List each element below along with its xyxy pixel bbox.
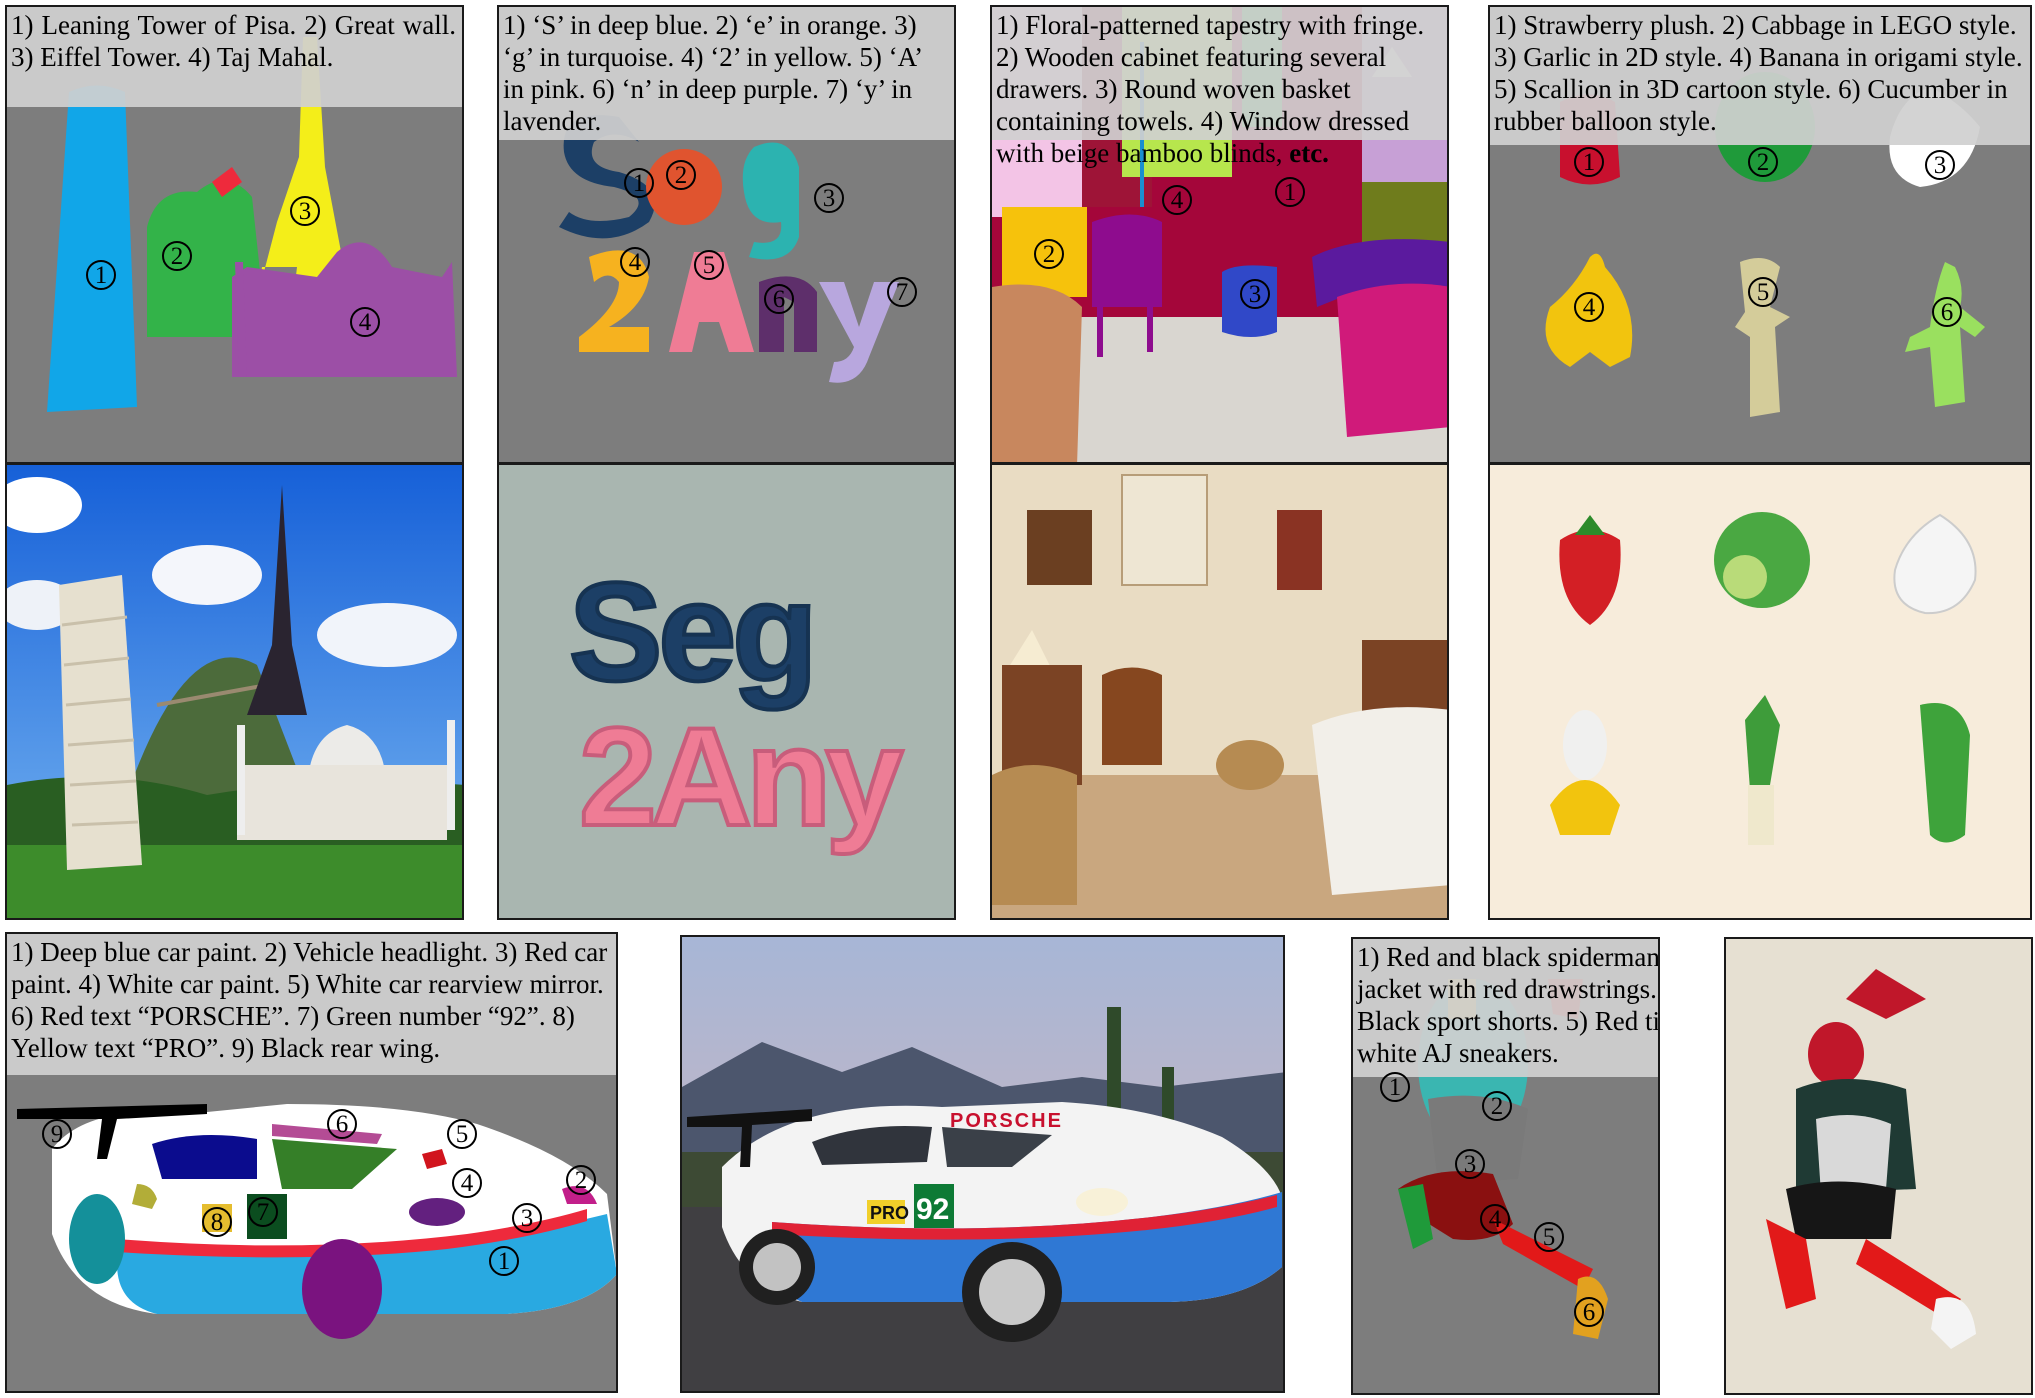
- spiderman-photo-panel: [1724, 937, 2033, 1395]
- vegetables-photo: [1490, 465, 2030, 918]
- vegetables-photo-panel: [1488, 463, 2032, 920]
- vegetables-mask-panel: 1) Strawberry plush. 2) Cabbage in LEGO …: [1488, 5, 2032, 464]
- porsche-photo: PORSCHE 92 PRO: [682, 937, 1283, 1391]
- seg2any-photo: Seg 2Any: [499, 465, 954, 918]
- vegetables-caption: 1) Strawberry plush. 2) Cabbage in LEGO …: [1490, 7, 2030, 145]
- photo-text-pro: PRO: [870, 1203, 909, 1223]
- photo-word-seg: Seg: [569, 553, 814, 710]
- seg2any-mask-panel: 1) ‘S’ in deep blue. 2) ‘e’ in orange. 3…: [497, 5, 956, 464]
- landmarks-photo: [7, 465, 462, 918]
- landmarks-mask-panel: 1) Leaning Tower of Pisa. 2) Great wall.…: [5, 5, 464, 464]
- spiderman-caption: 1) Red and black spiderman mask. 2) Deep…: [1353, 939, 1658, 1077]
- landmarks-photo-panel: [5, 463, 464, 920]
- bedroom-photo: [992, 465, 1447, 918]
- porsche-mask-panel: 1) Deep blue car paint. 2) Vehicle headl…: [5, 932, 618, 1393]
- seg2any-caption: 1) ‘S’ in deep blue. 2) ‘e’ in orange. 3…: [499, 7, 954, 140]
- porsche-photo-panel: PORSCHE 92 PRO: [680, 935, 1285, 1393]
- porsche-caption: 1) Deep blue car paint. 2) Vehicle headl…: [7, 934, 616, 1075]
- landmarks-caption: 1) Leaning Tower of Pisa. 2) Great wall.…: [7, 7, 462, 107]
- bedroom-photo-panel: [990, 463, 1449, 920]
- spiderman-mask-panel: 1) Red and black spiderman mask. 2) Deep…: [1351, 937, 1660, 1395]
- seg2any-photo-panel: Seg 2Any: [497, 463, 956, 920]
- spiderman-photo: [1726, 939, 2031, 1393]
- bedroom-mask-panel: 1) Floral-patterned tapestry with fringe…: [990, 5, 1449, 464]
- photo-text-92: 92: [916, 1193, 949, 1226]
- photo-word-2any: 2Any: [579, 698, 903, 855]
- bedroom-caption-etc: etc.: [1289, 138, 1329, 168]
- photo-text-porsche: PORSCHE: [950, 1110, 1063, 1132]
- bedroom-caption: 1) Floral-patterned tapestry with fringe…: [992, 7, 1447, 168]
